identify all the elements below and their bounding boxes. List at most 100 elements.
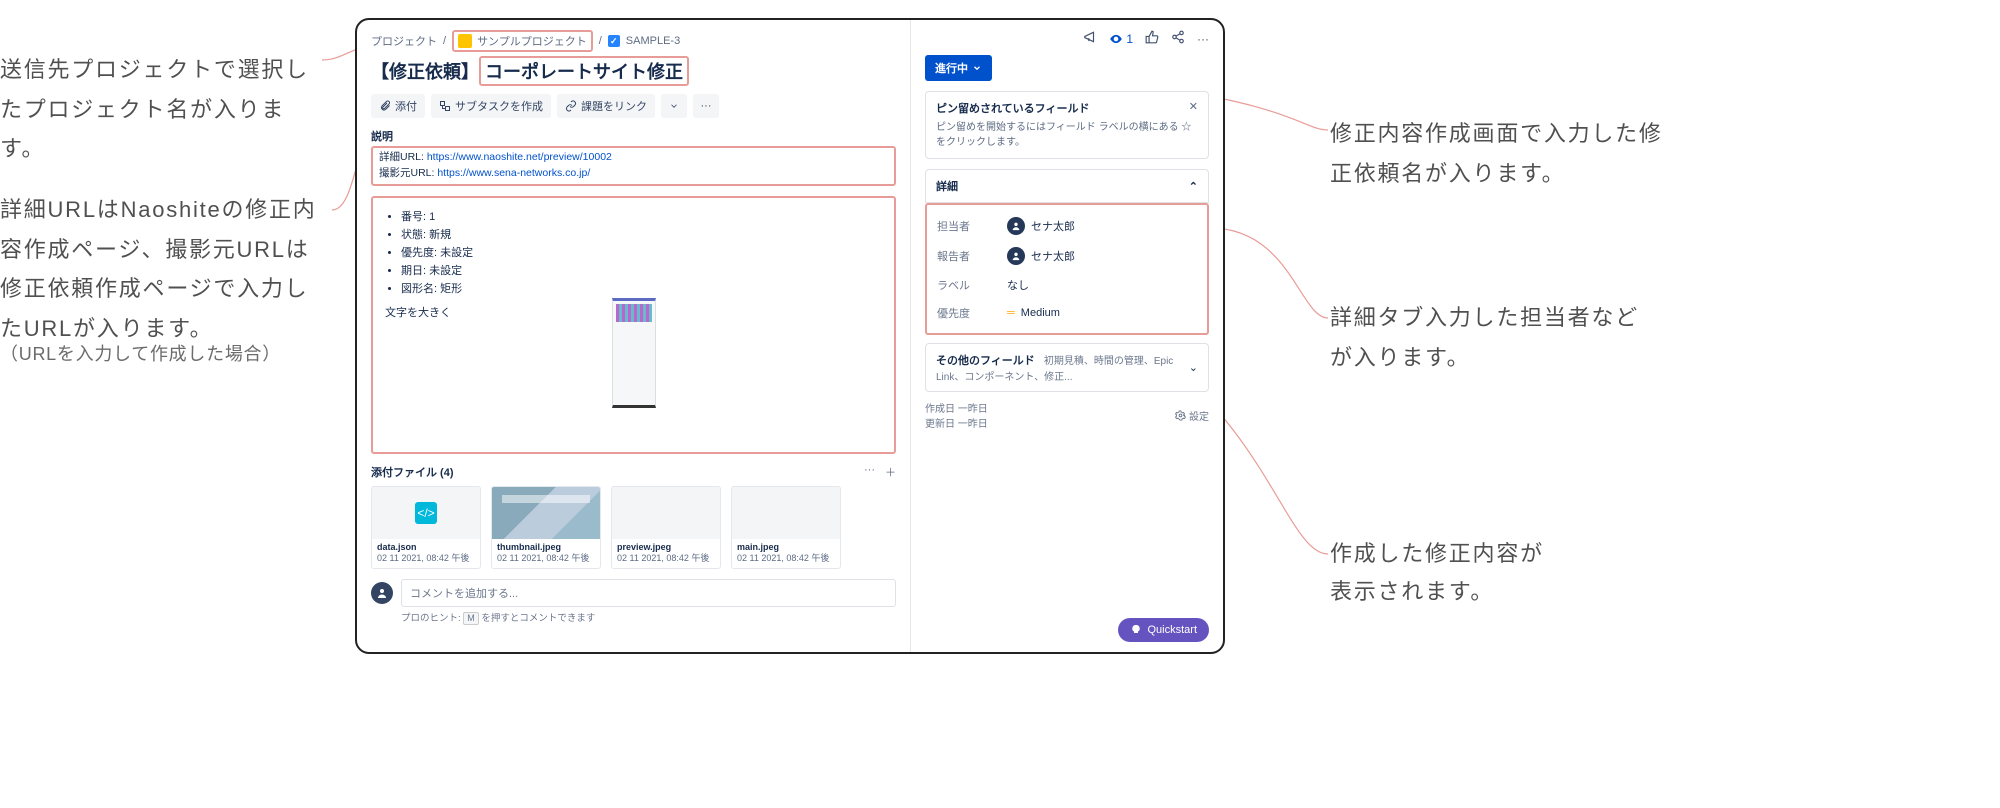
link-dropdown-button[interactable]	[661, 94, 687, 118]
link-issue-button[interactable]: 課題をリンク	[557, 94, 655, 118]
detail-url-label: 詳細URL:	[379, 151, 427, 163]
priority-medium-icon: ═	[1007, 307, 1015, 319]
link-icon	[565, 100, 577, 112]
attach-button[interactable]: 添付	[371, 94, 425, 118]
annotation-content-b: 表示されます。	[1330, 572, 1660, 612]
watch-button[interactable]: 1	[1109, 32, 1133, 46]
thumbs-up-icon	[1145, 30, 1159, 44]
attachment-name: preview.jpeg	[617, 542, 715, 554]
assignee-value: セナ太郎	[1031, 218, 1075, 234]
comment-pro-tip: プロのヒント: M を押すとコメントできます	[401, 610, 896, 625]
reporter-label: 報告者	[937, 248, 1007, 264]
like-button[interactable]	[1145, 30, 1159, 47]
breadcrumb-projects[interactable]: プロジェクト	[371, 33, 437, 49]
field-reporter[interactable]: 報告者 セナ太郎	[937, 241, 1197, 271]
megaphone-icon	[1083, 30, 1097, 44]
source-url-label: 撮影元URL:	[379, 167, 437, 179]
details-highlight-box: 担当者 セナ太郎 報告者 セナ太郎 ラベル	[925, 203, 1209, 335]
attachment-date: 02 11 2021, 08:42 午後	[497, 553, 595, 565]
breadcrumb-project-name[interactable]: サンプルプロジェクト	[477, 33, 587, 49]
share-button[interactable]	[1171, 30, 1185, 47]
eye-icon	[1109, 32, 1123, 46]
close-icon[interactable]: ✕	[1189, 100, 1198, 116]
attachments-grid: </> data.json 02 11 2021, 08:42 午後 thumb…	[371, 486, 896, 569]
attachment-name: data.json	[377, 542, 475, 554]
bullet-status: 状態: 新規	[401, 226, 882, 242]
link-label: 課題をリンク	[581, 98, 647, 114]
details-header[interactable]: 詳細 ⌃	[925, 169, 1209, 203]
user-avatar	[371, 582, 393, 604]
tip-prefix: プロのヒント:	[401, 613, 463, 624]
configure-label: 設定	[1189, 408, 1209, 423]
chevron-down-icon	[972, 63, 982, 73]
jira-issue-window: プロジェクト / サンプルプロジェクト / ✓ SAMPLE-3 【修正依頼】 …	[355, 18, 1225, 654]
keyboard-key: M	[463, 612, 479, 625]
annotation-title: 修正内容作成画面で入力した修正依頼名が入ります。	[1330, 114, 1670, 193]
field-assignee[interactable]: 担当者 セナ太郎	[937, 211, 1197, 241]
dates-row: 作成日 一昨日 更新日 一昨日 設定	[925, 400, 1209, 430]
pinned-fields-panel: ピン留めされているフィールド ✕ ピン留めを開始するにはフィールド ラベルの横に…	[925, 91, 1209, 159]
quickstart-label: Quickstart	[1147, 624, 1197, 636]
annotation-content-a: 作成した修正内容が	[1330, 534, 1660, 574]
more-actions-button[interactable]: ···	[693, 94, 719, 118]
breadcrumb: プロジェクト / サンプルプロジェクト / ✓ SAMPLE-3	[371, 30, 896, 52]
other-fields-panel[interactable]: その他のフィールド 初期見積、時間の管理、Epic Link、コンポーネント、修…	[925, 343, 1209, 392]
chevron-up-icon: ⌃	[1189, 180, 1198, 193]
details-header-label: 詳細	[936, 178, 958, 194]
pinned-fields-title: ピン留めされているフィールド	[936, 100, 1089, 116]
breadcrumb-issue-key[interactable]: SAMPLE-3	[626, 35, 680, 47]
create-subtask-button[interactable]: サブタスクを作成	[431, 94, 551, 118]
field-priority[interactable]: 優先度 ═ Medium	[937, 299, 1197, 327]
json-file-icon: </>	[415, 502, 437, 524]
attachment-name: main.jpeg	[737, 542, 835, 554]
annotation-details: 詳細タブ入力した担当者などが入ります。	[1330, 298, 1660, 377]
other-fields-label: その他のフィールド	[936, 355, 1035, 367]
attachments-header: 添付ファイル (4)	[371, 464, 454, 480]
breadcrumb-sep: /	[443, 35, 446, 47]
bullet-shape: 図形名: 矩形	[401, 280, 882, 296]
side-column: 1 ··· 進行中	[911, 20, 1223, 652]
bullet-priority: 優先度: 未設定	[401, 244, 882, 260]
updated-date: 更新日 一昨日	[925, 415, 988, 430]
reporter-value: セナ太郎	[1031, 248, 1075, 264]
bullet-number: 番号: 1	[401, 208, 882, 224]
attachment-card[interactable]: </> data.json 02 11 2021, 08:42 午後	[371, 486, 481, 569]
breadcrumb-project-highlight: サンプルプロジェクト	[452, 30, 593, 52]
comment-row: コメントを追加する...	[371, 579, 896, 607]
source-url-link[interactable]: https://www.sena-networks.co.jp/	[437, 167, 590, 179]
person-icon	[1007, 247, 1025, 265]
issue-more-button[interactable]: ···	[1197, 32, 1209, 46]
title-highlight[interactable]: コーポレートサイト修正	[479, 56, 689, 86]
status-label: 進行中	[935, 60, 968, 76]
feedback-button[interactable]	[1083, 30, 1097, 47]
attachments-add-button[interactable]: ＋	[885, 464, 896, 480]
attachment-date: 02 11 2021, 08:42 午後	[377, 553, 475, 565]
embedded-screenshot	[612, 298, 656, 408]
configure-button[interactable]: 設定	[1175, 400, 1209, 430]
attachment-card[interactable]: preview.jpeg 02 11 2021, 08:42 午後	[611, 486, 721, 569]
field-labels[interactable]: ラベル なし	[937, 271, 1197, 299]
attachment-date: 02 11 2021, 08:42 午後	[617, 553, 715, 565]
title-prefix: 【修正依頼】	[371, 58, 479, 84]
status-dropdown[interactable]: 進行中	[925, 55, 992, 81]
labels-value: なし	[1007, 277, 1029, 293]
description-label: 説明	[371, 128, 896, 144]
attachment-card[interactable]: thumbnail.jpeg 02 11 2021, 08:42 午後	[491, 486, 601, 569]
url-highlight-box: 詳細URL: https://www.naoshite.net/preview/…	[371, 146, 896, 186]
annotation-urls-sub: （URLを入力して作成した場合）	[0, 338, 330, 370]
chevron-down-icon: ⌄	[1189, 361, 1198, 374]
watch-count: 1	[1126, 32, 1133, 46]
detail-url-link[interactable]: https://www.naoshite.net/preview/10002	[427, 151, 612, 163]
attachments-section: 添付ファイル (4) ··· ＋ </> data.json 02 11 202…	[371, 464, 896, 569]
labels-label: ラベル	[937, 277, 1007, 293]
attachment-card[interactable]: main.jpeg 02 11 2021, 08:42 午後	[731, 486, 841, 569]
priority-value: Medium	[1021, 307, 1060, 319]
comment-input[interactable]: コメントを追加する...	[401, 579, 896, 607]
content-highlight-box: 番号: 1 状態: 新規 優先度: 未設定 期日: 未設定 図形名: 矩形 文字…	[371, 196, 896, 454]
created-date: 作成日 一昨日	[925, 400, 988, 415]
toolbar: 添付 サブタスクを作成 課題をリンク ···	[371, 94, 896, 118]
quickstart-button[interactable]: Quickstart	[1118, 618, 1209, 642]
bullet-due: 期日: 未設定	[401, 262, 882, 278]
attachments-more-button[interactable]: ···	[864, 464, 875, 480]
content-bullet-list: 番号: 1 状態: 新規 優先度: 未設定 期日: 未設定 図形名: 矩形	[401, 208, 882, 296]
